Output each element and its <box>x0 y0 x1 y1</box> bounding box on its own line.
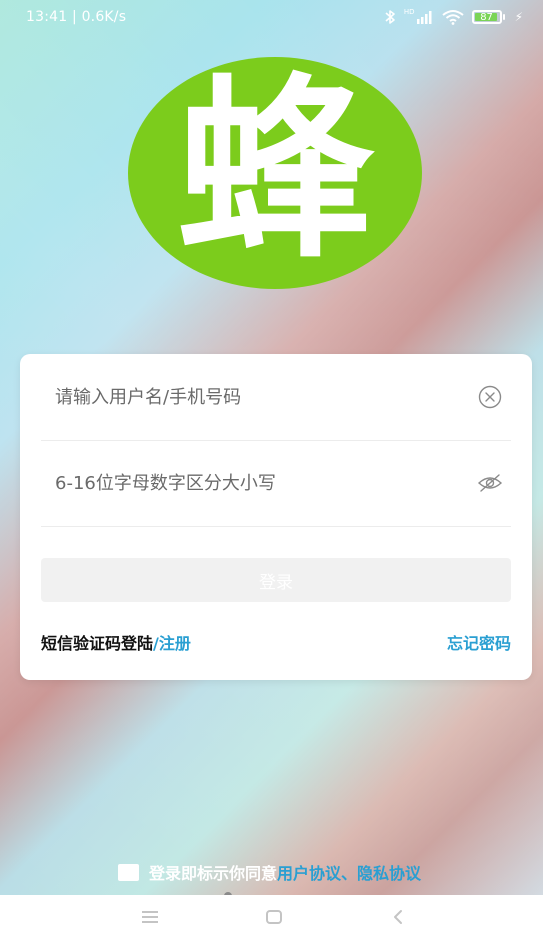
sms-register-group: 短信验证码登陆/注册 <box>41 630 191 654</box>
clear-input-icon[interactable] <box>477 384 503 410</box>
eye-off-icon[interactable] <box>477 470 503 496</box>
agreement-row: 登录即标示你同意用户协议、隐私协议 <box>118 860 421 884</box>
login-card: 登录 短信验证码登陆/注册 忘记密码 <box>20 354 532 680</box>
home-icon[interactable] <box>262 905 286 929</box>
forgot-password-link[interactable]: 忘记密码 <box>447 630 511 654</box>
agreement-separator: 、 <box>341 864 358 883</box>
back-icon[interactable] <box>386 905 410 929</box>
sms-login-link[interactable]: 短信验证码登陆 <box>41 634 153 653</box>
system-nav-bar <box>0 895 543 939</box>
wifi-icon <box>441 9 464 25</box>
username-row <box>41 354 511 441</box>
menu-icon[interactable] <box>138 905 162 929</box>
battery-icon: 87 <box>471 10 505 24</box>
app-logo: 蜂 <box>128 57 422 289</box>
logo-character: 蜂 <box>176 57 373 285</box>
agreement-checkbox[interactable] <box>118 863 139 881</box>
signal-icon: HD <box>403 8 434 24</box>
username-input[interactable] <box>41 385 477 409</box>
agreement-text: 登录即标示你同意用户协议、隐私协议 <box>149 860 421 884</box>
register-link[interactable]: 注册 <box>159 634 191 653</box>
status-icons: HD 87 ⚡ <box>384 8 543 25</box>
network-type-label: HD <box>403 8 415 16</box>
status-bar: 13:41 | 0.6K/s HD 87 ⚡ <box>0 0 543 34</box>
status-time-speed: 13:41 | 0.6K/s <box>26 9 127 25</box>
card-links: 短信验证码登陆/注册 忘记密码 <box>41 630 511 654</box>
charging-icon: ⚡ <box>514 10 523 24</box>
login-button[interactable]: 登录 <box>41 558 511 602</box>
agreement-prefix: 登录即标示你同意 <box>149 864 278 883</box>
privacy-policy-link[interactable]: 隐私协议 <box>357 864 421 883</box>
password-input[interactable] <box>41 471 477 495</box>
battery-level: 87 <box>480 11 493 23</box>
bluetooth-icon <box>384 9 396 25</box>
user-agreement-link[interactable]: 用户协议 <box>277 864 341 883</box>
password-row <box>41 440 511 527</box>
